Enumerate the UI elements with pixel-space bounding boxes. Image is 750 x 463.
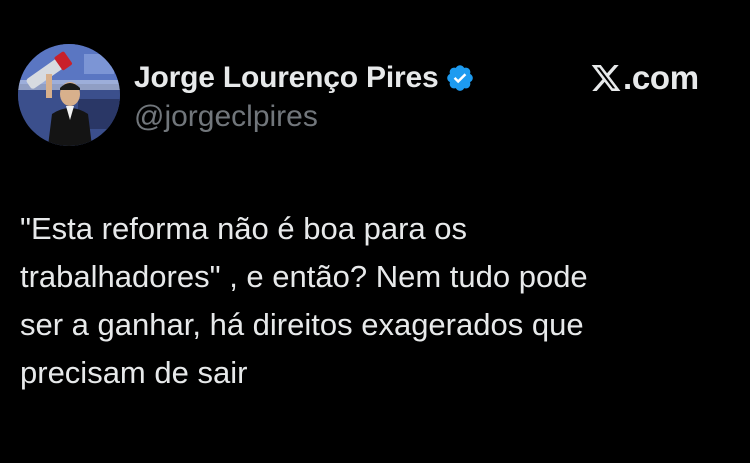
author-info: Jorge Lourenço Pires @jorgeclpires (134, 58, 475, 134)
tweet-card: Jorge Lourenço Pires @jorgeclpires .com … (0, 0, 750, 463)
tweet-text-line: trabalhadores" , e então? Nem tudo pode (20, 259, 588, 294)
author-display-name[interactable]: Jorge Lourenço Pires (134, 61, 439, 95)
tweet-text-line: precisam de sair (20, 355, 248, 390)
author-name-row: Jorge Lourenço Pires (134, 58, 475, 98)
site-domain-text: .com (623, 59, 699, 96)
author-handle[interactable]: @jorgeclpires (134, 100, 475, 134)
avatar-image (18, 44, 120, 146)
tweet-text-line: "Esta reforma não é boa para os (20, 211, 467, 246)
x-logo-icon (590, 62, 622, 94)
tweet-text-line: ser a ganhar, há direitos exagerados que (20, 307, 584, 342)
verified-badge-icon (445, 63, 475, 93)
site-watermark: .com (590, 58, 699, 98)
author-avatar[interactable] (18, 44, 120, 146)
tweet-text: "Esta reforma não é boa para os trabalha… (20, 205, 740, 397)
